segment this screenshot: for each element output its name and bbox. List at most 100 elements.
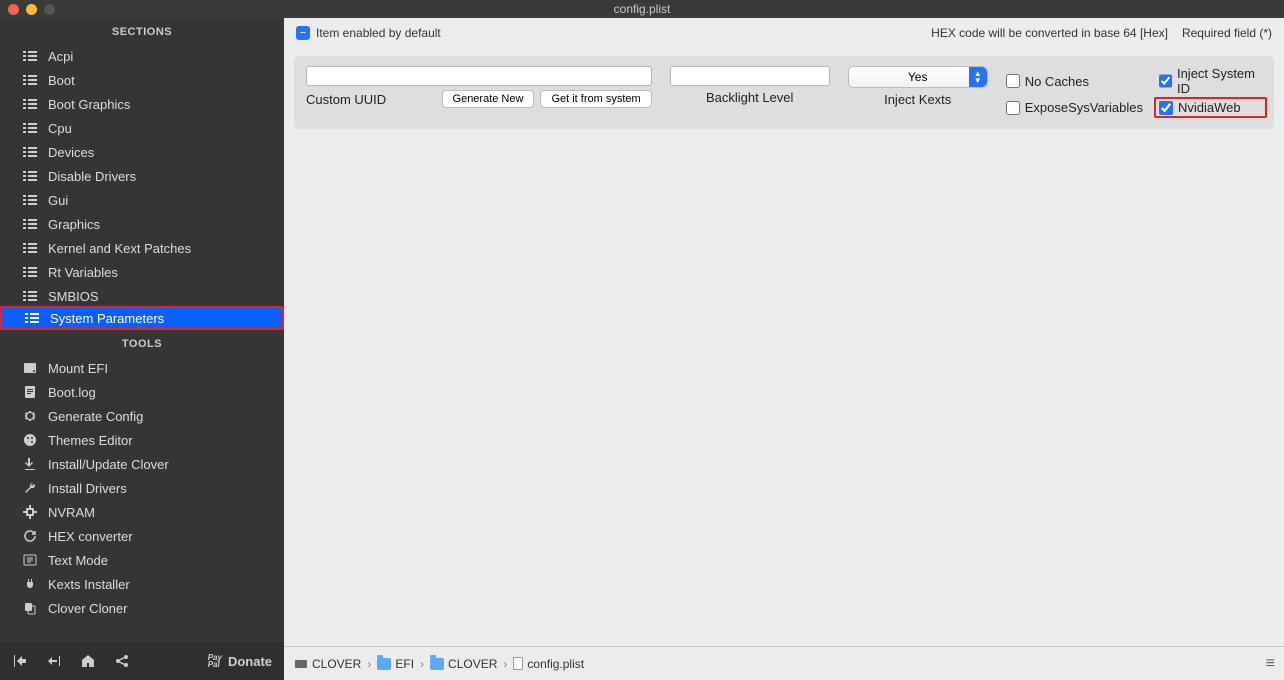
get-from-system-button[interactable]: Get it from system	[540, 90, 651, 108]
sidebar-tool-mount-efi[interactable]: Mount EFI	[0, 356, 284, 380]
import-icon[interactable]	[46, 653, 62, 669]
sidebar-section-kernel-and-kext-patches[interactable]: Kernel and Kext Patches	[0, 236, 284, 260]
main-panel: − Item enabled by default HEX code will …	[284, 18, 1284, 680]
no-caches-checkbox[interactable]: No Caches	[1006, 66, 1143, 96]
sidebar-tool-install-update-clover[interactable]: Install/Update Clover	[0, 452, 284, 476]
breadcrumb: CLOVER › EFI › CLOVER › config.plist ≡	[284, 646, 1284, 680]
required-hint: Required field (*)	[1182, 26, 1272, 40]
sidebar-item-label: Boot Graphics	[48, 97, 130, 112]
sidebar-item-label: Disable Drivers	[48, 169, 136, 184]
disk-icon	[294, 657, 308, 671]
expose-sys-vars-input[interactable]	[1006, 101, 1020, 115]
generate-new-button[interactable]: Generate New	[442, 90, 535, 108]
sidebar-section-cpu[interactable]: Cpu	[0, 116, 284, 140]
nvidia-web-checkbox[interactable]: NvidiaWeb	[1154, 97, 1267, 118]
sidebar-section-gui[interactable]: Gui	[0, 188, 284, 212]
sidebar-item-label: NVRAM	[48, 505, 95, 520]
sidebar-section-graphics[interactable]: Graphics	[0, 212, 284, 236]
sidebar-section-system-parameters[interactable]: System Parameters	[0, 306, 284, 330]
breadcrumb-item[interactable]: CLOVER	[312, 657, 361, 671]
sidebar-item-label: Generate Config	[48, 409, 143, 424]
chevron-right-icon: ›	[367, 657, 371, 671]
chevron-right-icon: ›	[503, 657, 507, 671]
breadcrumb-item[interactable]: EFI	[377, 657, 414, 671]
sidebar-tool-kexts-installer[interactable]: Kexts Installer	[0, 572, 284, 596]
nvidia-web-label: NvidiaWeb	[1178, 100, 1241, 115]
enabled-indicator-icon: −	[296, 26, 310, 40]
folder-icon	[430, 658, 444, 670]
donate-label: Donate	[228, 654, 272, 669]
list-icon	[22, 169, 38, 183]
custom-uuid-input[interactable]	[306, 66, 652, 86]
sidebar-item-label: Devices	[48, 145, 94, 160]
download-icon	[22, 457, 38, 471]
donate-button[interactable]: PayPal Donate	[208, 654, 272, 669]
refresh-icon	[22, 529, 38, 543]
sidebar-section-devices[interactable]: Devices	[0, 140, 284, 164]
wrench-icon	[22, 481, 38, 495]
sidebar-section-rt-variables[interactable]: Rt Variables	[0, 260, 284, 284]
hex-hint: HEX code will be converted in base 64 [H…	[931, 26, 1168, 40]
nvidia-web-input[interactable]	[1159, 101, 1173, 115]
sidebar-tool-hex-converter[interactable]: HEX converter	[0, 524, 284, 548]
sidebar-section-disable-drivers[interactable]: Disable Drivers	[0, 164, 284, 188]
no-caches-input[interactable]	[1006, 74, 1020, 88]
gear-icon	[22, 409, 38, 423]
list-icon	[22, 193, 38, 207]
sidebar-item-label: Boot	[48, 73, 75, 88]
sidebar-footer: PayPal Donate	[0, 642, 284, 680]
sidebar-item-label: Boot.log	[48, 385, 96, 400]
sidebar-section-boot[interactable]: Boot	[0, 68, 284, 92]
enabled-hint: Item enabled by default	[316, 26, 441, 40]
sidebar-section-acpi[interactable]: Acpi	[0, 44, 284, 68]
chevron-up-down-icon: ▲▼	[974, 70, 982, 84]
list-icon	[22, 265, 38, 279]
sidebar-section-smbios[interactable]: SMBIOS	[0, 284, 284, 308]
sidebar-item-label: HEX converter	[48, 529, 133, 544]
sidebar-item-label: Text Mode	[48, 553, 108, 568]
sidebar-tool-generate-config[interactable]: Generate Config	[0, 404, 284, 428]
sidebar-tool-text-mode[interactable]: Text Mode	[0, 548, 284, 572]
list-icon	[22, 217, 38, 231]
share-icon[interactable]	[114, 653, 130, 669]
chevron-right-icon: ›	[420, 657, 424, 671]
sidebar-section-boot-graphics[interactable]: Boot Graphics	[0, 92, 284, 116]
disk-icon	[22, 361, 38, 375]
breadcrumb-item[interactable]: config.plist	[513, 657, 584, 671]
text-icon	[22, 553, 38, 567]
sidebar-item-label: Mount EFI	[48, 361, 108, 376]
home-icon[interactable]	[80, 653, 96, 669]
minimize-icon[interactable]	[26, 4, 37, 15]
inject-system-id-input[interactable]	[1159, 74, 1172, 88]
sections-list: Acpi Boot Boot Graphics Cpu Devices Disable D…	[0, 44, 284, 330]
sidebar-item-label: Kexts Installer	[48, 577, 130, 592]
breadcrumb-menu-icon[interactable]: ≡	[1266, 655, 1274, 673]
list-icon	[22, 145, 38, 159]
list-icon	[22, 73, 38, 87]
sidebar-tool-install-drivers[interactable]: Install Drivers	[0, 476, 284, 500]
sidebar-item-label: Graphics	[48, 217, 100, 232]
close-icon[interactable]	[8, 4, 19, 15]
export-icon[interactable]	[12, 653, 28, 669]
expose-sys-vars-label: ExposeSysVariables	[1025, 100, 1143, 115]
sidebar-tool-clover-cloner[interactable]: Clover Cloner	[0, 596, 284, 620]
window-controls	[8, 4, 55, 15]
copy-icon	[22, 601, 38, 615]
zoom-icon[interactable]	[44, 4, 55, 15]
sidebar-tool-nvram[interactable]: NVRAM	[0, 500, 284, 524]
inject-system-id-checkbox[interactable]: Inject System ID	[1159, 66, 1262, 96]
sidebar-item-label: System Parameters	[50, 311, 164, 326]
inject-kexts-select[interactable]: Yes ▲▼	[848, 66, 988, 88]
doc-icon	[513, 657, 523, 670]
backlight-level-input[interactable]	[670, 66, 830, 86]
sidebar-item-label: Install/Update Clover	[48, 457, 169, 472]
sidebar-item-label: Clover Cloner	[48, 601, 127, 616]
sidebar-tool-boot-log[interactable]: Boot.log	[0, 380, 284, 404]
system-parameters-panel: Custom UUID Generate New Get it from sys…	[294, 56, 1274, 129]
list-icon	[22, 49, 38, 63]
sidebar-tool-themes-editor[interactable]: Themes Editor	[0, 428, 284, 452]
window-title: config.plist	[614, 2, 671, 16]
sections-header: SECTIONS	[0, 18, 284, 44]
expose-sys-vars-checkbox[interactable]: ExposeSysVariables	[1006, 100, 1143, 115]
breadcrumb-item[interactable]: CLOVER	[430, 657, 497, 671]
